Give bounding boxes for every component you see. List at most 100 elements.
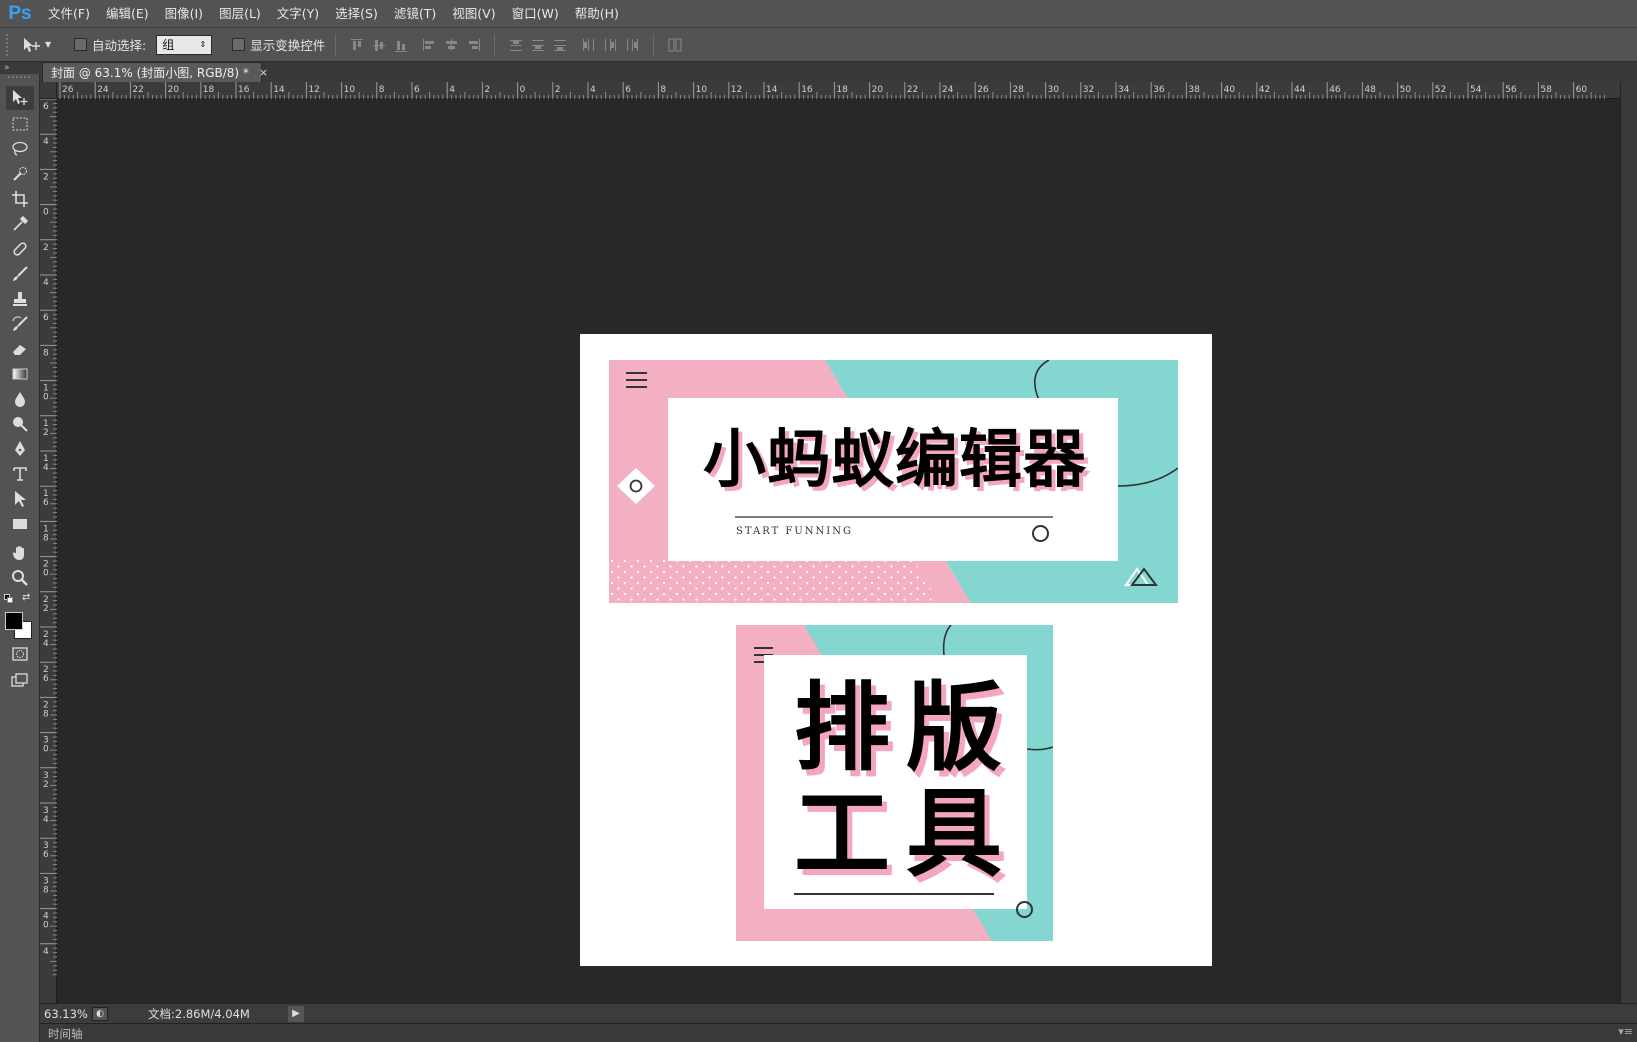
separator <box>494 33 496 56</box>
blur-tool[interactable] <box>6 387 34 411</box>
align-top-button[interactable] <box>346 34 368 56</box>
vertical-scrollbar[interactable] <box>1620 82 1637 1003</box>
document-tab[interactable]: 封面 @ 63.1% (封面小图, RGB/8) * × <box>42 62 268 82</box>
menu-window[interactable]: 窗口(W) <box>504 0 567 28</box>
document-tab-title: 封面 @ 63.1% (封面小图, RGB/8) * <box>51 66 249 80</box>
menu-image[interactable]: 图像(I) <box>157 0 211 28</box>
tool-preset-picker[interactable]: ▼ <box>22 36 60 54</box>
horizontal-ruler[interactable]: 26 24 22 20 18 16 14 12 10 8 6 4 2 0 2 4 6 8 10 12 14 16 18 20 2… <box>57 82 1620 99</box>
auto-select-checkbox[interactable] <box>74 38 87 51</box>
auto-select-label: 自动选择: <box>92 38 147 53</box>
align-hcenter-button[interactable] <box>440 34 462 56</box>
auto-select-dropdown[interactable]: 组 ⇕ <box>156 34 213 55</box>
status-info-icon[interactable]: ◐ <box>92 1006 108 1021</box>
ruler-label: 0 <box>43 745 49 755</box>
swap-colors-icon[interactable]: ⇄ <box>22 592 30 603</box>
brush-tool[interactable] <box>6 262 34 286</box>
healing-brush-tool[interactable] <box>6 237 34 261</box>
ruler-label: 16 <box>238 85 250 95</box>
distribute-bottom-button[interactable] <box>549 34 571 56</box>
ruler-origin[interactable] <box>40 82 57 99</box>
vertical-ruler[interactable]: 6420246810121416182022242628303234363840… <box>40 99 57 1003</box>
distribute-right-button[interactable] <box>621 34 643 56</box>
timeline-tab[interactable]: 时间轴 <box>48 1026 103 1042</box>
clone-stamp-tool[interactable] <box>6 287 34 311</box>
square-title-line1: 排版 <box>794 672 1018 784</box>
circle-ornament-icon <box>1032 525 1049 542</box>
move-tool[interactable] <box>6 86 34 110</box>
ruler-label: 4 <box>43 815 49 825</box>
pen-tool[interactable] <box>6 437 34 461</box>
menu-select[interactable]: 选择(S) <box>327 0 386 28</box>
rectangle-tool[interactable] <box>6 512 34 536</box>
align-left-button[interactable] <box>418 34 440 56</box>
document-canvas[interactable]: 小蚂蚁编辑器 START FUNNING 排版 工具 <box>580 334 1212 966</box>
show-transform-checkbox[interactable] <box>232 38 246 51</box>
menu-edit[interactable]: 编辑(E) <box>98 0 157 28</box>
panel-collapse-strip[interactable]: » <box>0 62 40 74</box>
ruler-label: 28 <box>1012 85 1024 95</box>
dodge-tool[interactable] <box>6 412 34 436</box>
ruler-label: 22 <box>132 85 143 95</box>
menu-help[interactable]: 帮助(H) <box>567 0 627 28</box>
screen-mode-button[interactable] <box>6 668 34 692</box>
banner-artwork[interactable]: 小蚂蚁编辑器 START FUNNING <box>609 360 1178 603</box>
distribute-left-button[interactable] <box>577 34 599 56</box>
align-vcenter-button[interactable] <box>368 34 390 56</box>
hand-tool[interactable] <box>6 541 34 565</box>
rectangle-icon <box>13 519 27 529</box>
options-bar: ▼ 自动选择: 组 ⇕ 显示变换控件 <box>0 28 1637 62</box>
zoom-tool[interactable] <box>6 566 34 590</box>
foreground-color-swatch[interactable] <box>5 612 23 630</box>
distribute-hcenter-button[interactable] <box>599 34 621 56</box>
ruler-label: 30 <box>1048 85 1060 95</box>
close-icon[interactable]: × <box>259 66 268 79</box>
status-bar: 63.13% ◐ 文档:2.86M/4.04M ▶ <box>40 1003 1637 1023</box>
quick-mask-button[interactable] <box>6 642 34 666</box>
eyedropper-tool[interactable] <box>6 212 34 236</box>
type-tool[interactable] <box>6 462 34 486</box>
align-right-button[interactable] <box>462 34 484 56</box>
zoom-level-field[interactable]: 63.13% <box>40 1007 88 1021</box>
gradient-tool[interactable] <box>6 362 34 386</box>
menu-file[interactable]: 文件(F) <box>40 0 98 28</box>
align-top-icon <box>351 38 364 50</box>
align-bottom-button[interactable] <box>390 34 412 56</box>
photoshop-logo: Ps <box>8 2 32 24</box>
distribute-vcenter-button[interactable] <box>527 34 549 56</box>
ruler-label: 4 <box>43 947 49 957</box>
ruler-label: 46 <box>1329 85 1341 95</box>
eraser-tool[interactable] <box>6 337 34 361</box>
lasso-tool[interactable] <box>6 137 34 161</box>
ruler-label: 20 <box>168 85 180 95</box>
default-colors-icon[interactable] <box>4 594 14 604</box>
distribute-top-icon <box>510 39 523 51</box>
toolbar-grip[interactable] <box>8 76 30 79</box>
menu-view[interactable]: 视图(V) <box>444 0 503 28</box>
ruler-label: 0 <box>43 393 49 403</box>
history-brush-tool[interactable] <box>6 312 34 336</box>
quick-select-tool[interactable] <box>6 162 34 186</box>
ruler-label: 2 <box>43 172 49 182</box>
menu-layer[interactable]: 图层(L) <box>211 0 269 28</box>
bandage-icon <box>13 242 27 256</box>
canvas-workspace[interactable]: 小蚂蚁编辑器 START FUNNING 排版 工具 <box>57 99 1620 1003</box>
menu-filter[interactable]: 滤镜(T) <box>386 0 444 28</box>
align-left-icon <box>423 38 435 51</box>
chevron-down-icon: ▼ <box>45 40 52 49</box>
path-selection-tool[interactable] <box>6 487 34 511</box>
marquee-tool[interactable] <box>6 112 34 136</box>
ruler-label: 2 <box>43 780 49 790</box>
panel-menu-icon[interactable]: ▾≡ <box>1618 1025 1633 1038</box>
auto-align-button[interactable] <box>664 34 686 56</box>
ruler-label: 12 <box>731 85 742 95</box>
menu-type[interactable]: 文字(Y) <box>269 0 327 28</box>
square-artwork[interactable]: 排版 工具 <box>736 625 1053 941</box>
ruler-label: 0 <box>43 208 49 218</box>
distribute-hcenter-icon <box>605 38 617 51</box>
distribute-top-button[interactable] <box>505 34 527 56</box>
circle-ornament-icon <box>1016 901 1033 918</box>
crop-tool[interactable] <box>6 187 34 211</box>
status-menu-arrow-icon[interactable]: ▶ <box>288 1005 304 1022</box>
options-grip[interactable] <box>6 33 14 56</box>
